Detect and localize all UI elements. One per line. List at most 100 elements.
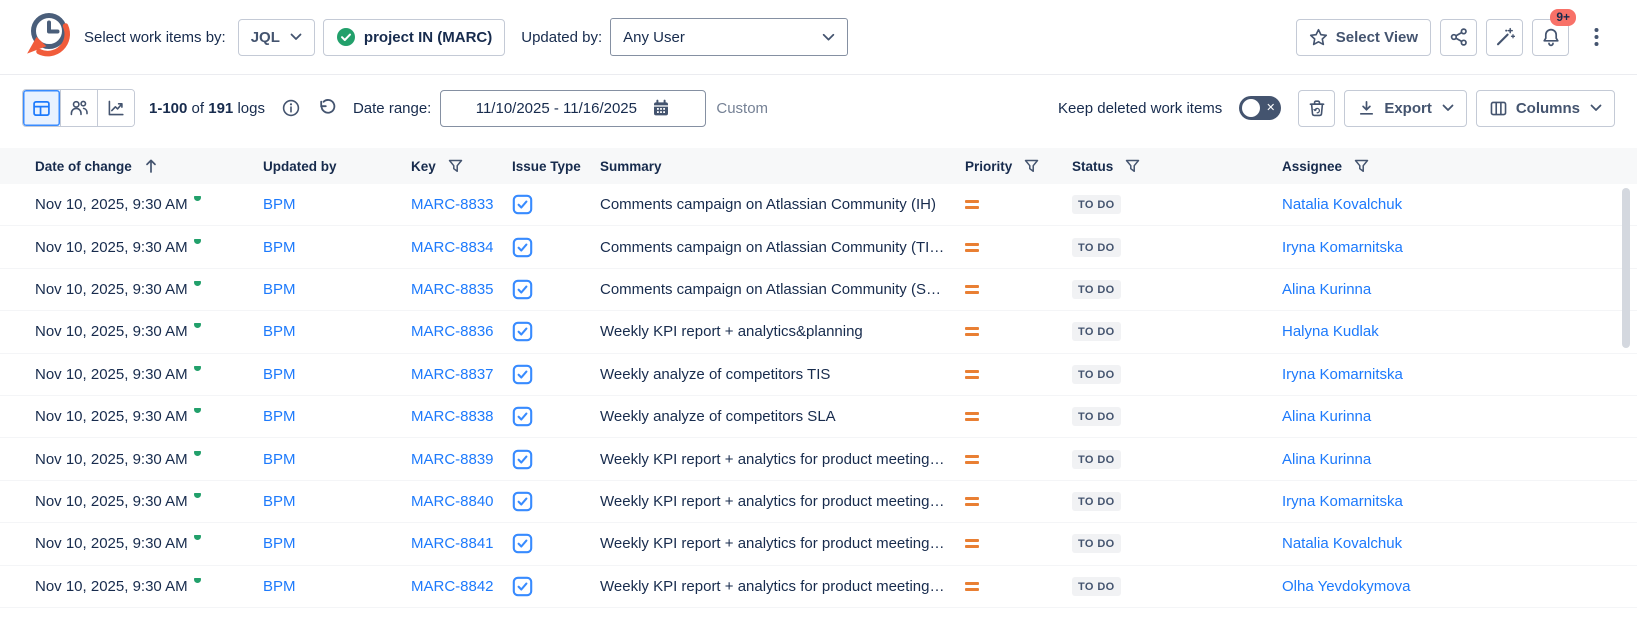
updated-by-link[interactable]: BPM bbox=[263, 578, 296, 595]
vertical-scrollbar[interactable] bbox=[1622, 188, 1630, 348]
users-icon bbox=[69, 98, 89, 118]
column-header-key[interactable]: Key bbox=[411, 159, 512, 174]
summary-text: Weekly KPI report + analytics for produc… bbox=[600, 578, 944, 595]
table-row: Nov 10, 2025, 9:30 AM BPM MARC-8841 Week… bbox=[0, 523, 1637, 565]
assignee-cell: Alina Kurinna bbox=[1282, 281, 1637, 298]
date-of-change: Nov 10, 2025, 9:30 AM bbox=[35, 451, 188, 468]
date-of-change-cell: Nov 10, 2025, 9:30 AM bbox=[35, 196, 263, 213]
table-view-button[interactable] bbox=[23, 90, 60, 126]
export-button[interactable]: Export bbox=[1344, 90, 1467, 127]
select-view-button[interactable]: Select View bbox=[1296, 19, 1431, 56]
assignee-link[interactable]: Natalia Kovalchuk bbox=[1282, 535, 1402, 552]
work-item-key-link[interactable]: MARC-8836 bbox=[411, 323, 494, 340]
work-item-key-link[interactable]: MARC-8835 bbox=[411, 281, 494, 298]
column-header-assignee[interactable]: Assignee bbox=[1282, 159, 1637, 174]
new-log-dot-icon bbox=[194, 578, 201, 583]
work-item-key-link[interactable]: MARC-8839 bbox=[411, 451, 494, 468]
summary-text: Comments campaign on Atlassian Community… bbox=[600, 196, 936, 213]
chart-view-button[interactable] bbox=[97, 90, 134, 126]
work-item-key-link[interactable]: MARC-8840 bbox=[411, 493, 494, 510]
assignee-link[interactable]: Halyna Kudlak bbox=[1282, 323, 1379, 340]
assignee-link[interactable]: Alina Kurinna bbox=[1282, 451, 1371, 468]
priority-medium-icon bbox=[965, 370, 979, 379]
updated-by-link[interactable]: BPM bbox=[263, 451, 296, 468]
updated-by-link[interactable]: BPM bbox=[263, 535, 296, 552]
work-item-key-link[interactable]: MARC-8834 bbox=[411, 239, 494, 256]
share-icon bbox=[1449, 27, 1469, 47]
table-row: Nov 10, 2025, 9:30 AM BPM MARC-8838 Week… bbox=[0, 396, 1637, 438]
notifications-button[interactable]: 9+ bbox=[1532, 19, 1569, 56]
assignee-link[interactable]: Alina Kurinna bbox=[1282, 281, 1371, 298]
updated-by-link[interactable]: BPM bbox=[263, 323, 296, 340]
updated-by-cell: BPM bbox=[263, 281, 411, 298]
date-range-input[interactable]: 11/10/2025 - 11/16/2025 bbox=[440, 90, 706, 127]
sort-ascending-icon[interactable] bbox=[144, 158, 158, 174]
new-log-dot-icon bbox=[194, 493, 201, 498]
new-log-dot-icon bbox=[194, 196, 201, 201]
summary-text: Weekly KPI report + analytics for produc… bbox=[600, 493, 944, 510]
assignee-link[interactable]: Olha Yevdokymova bbox=[1282, 578, 1410, 595]
refresh-button[interactable] bbox=[317, 98, 337, 118]
top-bar: Select work items by: JQL project IN (MA… bbox=[0, 0, 1637, 75]
filter-funnel-icon[interactable] bbox=[1354, 159, 1369, 173]
filter-funnel-icon[interactable] bbox=[448, 159, 463, 173]
work-item-key-link[interactable]: MARC-8833 bbox=[411, 196, 494, 213]
project-filter-chip[interactable]: project IN (MARC) bbox=[323, 19, 505, 56]
priority-cell bbox=[965, 285, 1072, 294]
updated-by-link[interactable]: BPM bbox=[263, 493, 296, 510]
updated-by-cell: BPM bbox=[263, 493, 411, 510]
filter-funnel-icon[interactable] bbox=[1024, 159, 1039, 173]
filter-funnel-icon[interactable] bbox=[1125, 159, 1140, 173]
status-cell: TO DO bbox=[1072, 492, 1282, 511]
date-range-value: 11/10/2025 - 11/16/2025 bbox=[476, 100, 637, 117]
more-menu-button[interactable] bbox=[1578, 19, 1615, 56]
assignee-link[interactable]: Alina Kurinna bbox=[1282, 408, 1371, 425]
assignee-link[interactable]: Natalia Kovalchuk bbox=[1282, 196, 1402, 213]
info-button[interactable] bbox=[281, 98, 301, 118]
priority-medium-icon bbox=[965, 582, 979, 591]
work-item-key-link[interactable]: MARC-8842 bbox=[411, 578, 494, 595]
assignee-link[interactable]: Iryna Komarnitska bbox=[1282, 366, 1403, 383]
summary-cell: Weekly analyze of competitors SLA bbox=[600, 408, 965, 425]
columns-button[interactable]: Columns bbox=[1476, 90, 1615, 127]
deleted-items-trash-button[interactable] bbox=[1298, 90, 1335, 127]
column-header-date-of-change[interactable]: Date of change bbox=[35, 158, 263, 174]
work-item-key-link[interactable]: MARC-8841 bbox=[411, 535, 494, 552]
priority-medium-icon bbox=[965, 412, 979, 421]
column-header-summary[interactable]: Summary bbox=[600, 159, 965, 174]
assignee-link[interactable]: Iryna Komarnitska bbox=[1282, 239, 1403, 256]
updated-by-link[interactable]: BPM bbox=[263, 196, 296, 213]
summary-cell: Comments campaign on Atlassian Community… bbox=[600, 196, 965, 213]
users-view-button[interactable] bbox=[60, 90, 97, 126]
updated-by-link[interactable]: BPM bbox=[263, 239, 296, 256]
assignee-link[interactable]: Iryna Komarnitska bbox=[1282, 493, 1403, 510]
updated-by-label: Updated by: bbox=[521, 29, 602, 46]
date-of-change-cell: Nov 10, 2025, 9:30 AM bbox=[35, 408, 263, 425]
status-badge: TO DO bbox=[1072, 238, 1121, 257]
logs-unit: logs bbox=[237, 100, 265, 117]
calendar-icon bbox=[651, 98, 671, 118]
notifications-count-badge: 9+ bbox=[1550, 9, 1576, 26]
keep-deleted-toggle[interactable]: ✕ bbox=[1239, 96, 1281, 120]
task-issue-type-icon bbox=[512, 491, 533, 512]
updated-by-link[interactable]: BPM bbox=[263, 366, 296, 383]
key-cell: MARC-8834 bbox=[411, 239, 512, 256]
share-button[interactable] bbox=[1440, 19, 1477, 56]
updated-by-link[interactable]: BPM bbox=[263, 408, 296, 425]
magic-wand-button[interactable] bbox=[1486, 19, 1523, 56]
jql-dropdown-button[interactable]: JQL bbox=[238, 19, 315, 56]
assignee-cell: Natalia Kovalchuk bbox=[1282, 535, 1637, 552]
date-of-change-cell: Nov 10, 2025, 9:30 AM bbox=[35, 366, 263, 383]
column-header-status[interactable]: Status bbox=[1072, 159, 1282, 174]
assignee-cell: Olha Yevdokymova bbox=[1282, 578, 1637, 595]
work-item-key-link[interactable]: MARC-8838 bbox=[411, 408, 494, 425]
user-filter-select[interactable]: Any User bbox=[610, 18, 848, 56]
column-header-priority[interactable]: Priority bbox=[965, 159, 1072, 174]
updated-by-link[interactable]: BPM bbox=[263, 281, 296, 298]
column-header-issue-type[interactable]: Issue Type bbox=[512, 159, 600, 174]
date-of-change-cell: Nov 10, 2025, 9:30 AM bbox=[35, 323, 263, 340]
work-item-key-link[interactable]: MARC-8837 bbox=[411, 366, 494, 383]
table-row: Nov 10, 2025, 9:30 AM BPM MARC-8834 Comm… bbox=[0, 226, 1637, 268]
column-header-updated-by[interactable]: Updated by bbox=[263, 159, 411, 174]
issue-type-cell bbox=[512, 533, 600, 554]
